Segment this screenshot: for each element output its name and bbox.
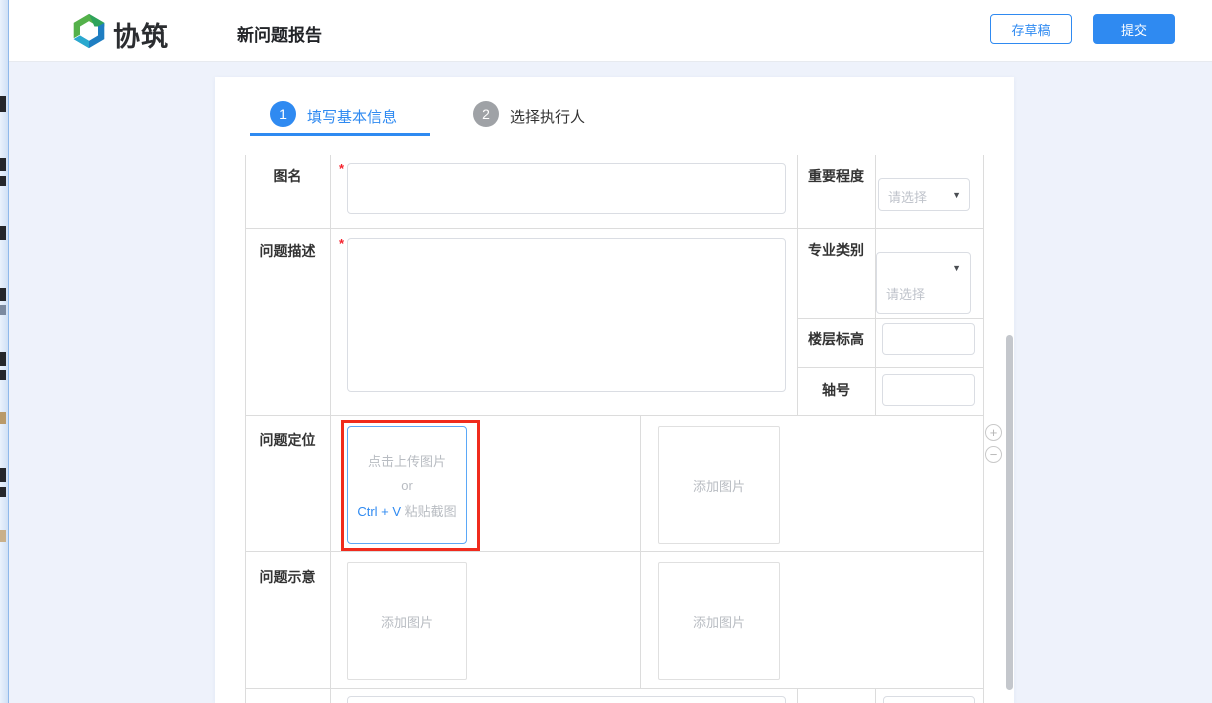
logo-text: 协筑 bbox=[113, 15, 169, 54]
sliver-icon-fragment bbox=[0, 530, 6, 542]
floor-elevation-input[interactable] bbox=[882, 323, 975, 355]
problem-illustration-add-image-box-2[interactable]: 添加图片 bbox=[658, 562, 780, 680]
drawing-name-label: 图名 bbox=[245, 166, 330, 186]
add-image-label: 添加图片 bbox=[381, 612, 433, 631]
table-border bbox=[245, 551, 983, 552]
vertical-scrollbar-thumb[interactable] bbox=[1006, 335, 1013, 690]
xiezhu-logo-icon bbox=[71, 13, 107, 49]
axis-number-input[interactable] bbox=[882, 374, 975, 406]
background-app-sliver bbox=[0, 0, 9, 703]
step-2-badge: 2 bbox=[473, 101, 499, 127]
axis-number-label: 轴号 bbox=[797, 380, 875, 400]
chevron-down-icon: ▼ bbox=[952, 263, 961, 273]
add-image-label: 添加图片 bbox=[693, 476, 745, 495]
zoom-in-icon[interactable]: + bbox=[985, 424, 1002, 441]
page-title: 新问题报告 bbox=[237, 21, 322, 46]
sliver-icon-fragment bbox=[0, 352, 6, 366]
table-border bbox=[245, 415, 983, 416]
upload-hint-line3: Ctrl + V 粘贴截图 bbox=[357, 501, 456, 520]
step-1-badge: 1 bbox=[270, 101, 296, 127]
importance-placeholder: 请选择 bbox=[888, 187, 927, 206]
upload-hint-line2: or bbox=[401, 478, 413, 493]
upload-hotkey: Ctrl + V bbox=[357, 504, 401, 519]
table-border bbox=[875, 688, 876, 703]
sliver-icon-fragment bbox=[0, 226, 6, 240]
upload-hint-line1: 点击上传图片 bbox=[368, 451, 446, 470]
discipline-select[interactable]: ▼ 请选择 bbox=[876, 252, 971, 314]
sliver-icon-fragment bbox=[0, 96, 6, 112]
table-border bbox=[245, 155, 246, 703]
sliver-icon-fragment bbox=[0, 176, 6, 186]
add-image-label: 添加图片 bbox=[693, 612, 745, 631]
floor-elevation-label: 楼层标高 bbox=[797, 329, 875, 349]
chevron-down-icon: ▼ bbox=[952, 190, 961, 200]
sliver-icon-fragment bbox=[0, 487, 6, 497]
sliver-icon-fragment bbox=[0, 288, 6, 301]
problem-illustration-label: 问题示意 bbox=[245, 567, 330, 587]
importance-select[interactable]: 请选择 ▼ bbox=[878, 178, 970, 211]
problem-location-add-image-box[interactable]: 添加图片 bbox=[658, 426, 780, 544]
table-border bbox=[797, 367, 983, 368]
importance-label: 重要程度 bbox=[797, 166, 875, 186]
next-row-input[interactable] bbox=[347, 696, 786, 703]
table-border bbox=[797, 688, 798, 703]
drawing-name-input[interactable] bbox=[347, 163, 786, 214]
top-header: 协筑 新问题报告 存草稿 提交 bbox=[9, 0, 1212, 62]
table-border bbox=[797, 318, 983, 319]
table-border bbox=[983, 155, 984, 703]
table-border bbox=[245, 688, 983, 689]
discipline-placeholder: 请选择 bbox=[886, 284, 925, 303]
discipline-label: 专业类别 bbox=[797, 240, 875, 260]
sliver-icon-fragment bbox=[0, 158, 6, 171]
tab-step-2-select-executor[interactable]: 选择执行人 bbox=[510, 106, 585, 127]
active-step-underline bbox=[250, 133, 430, 136]
sliver-icon-fragment bbox=[0, 412, 6, 424]
problem-description-label: 问题描述 bbox=[245, 241, 330, 261]
submit-button[interactable]: 提交 bbox=[1093, 14, 1175, 44]
sliver-icon-fragment bbox=[0, 468, 6, 482]
save-draft-button[interactable]: 存草稿 bbox=[990, 14, 1072, 44]
sliver-icon-fragment bbox=[0, 370, 6, 380]
zoom-out-icon[interactable]: − bbox=[985, 446, 1002, 463]
problem-illustration-add-image-box-1[interactable]: 添加图片 bbox=[347, 562, 467, 680]
problem-location-upload-box[interactable]: 点击上传图片 or Ctrl + V 粘贴截图 bbox=[347, 426, 467, 544]
required-marker: * bbox=[339, 236, 344, 251]
required-marker: * bbox=[339, 161, 344, 176]
table-border bbox=[797, 155, 798, 415]
tab-step-1-basic-info[interactable]: 填写基本信息 bbox=[307, 106, 397, 127]
problem-location-label: 问题定位 bbox=[245, 430, 330, 450]
upload-paste-text: 粘贴截图 bbox=[405, 504, 457, 519]
sliver-icon-fragment bbox=[0, 305, 6, 315]
table-border bbox=[245, 228, 983, 229]
new-issue-form-card: 1 填写基本信息 2 选择执行人 图名 * 问题描述 * 重要程度 请选择 ▼ … bbox=[215, 77, 1014, 703]
table-border bbox=[330, 155, 331, 703]
next-row-side-input[interactable] bbox=[883, 696, 975, 703]
problem-description-textarea[interactable] bbox=[347, 238, 786, 392]
